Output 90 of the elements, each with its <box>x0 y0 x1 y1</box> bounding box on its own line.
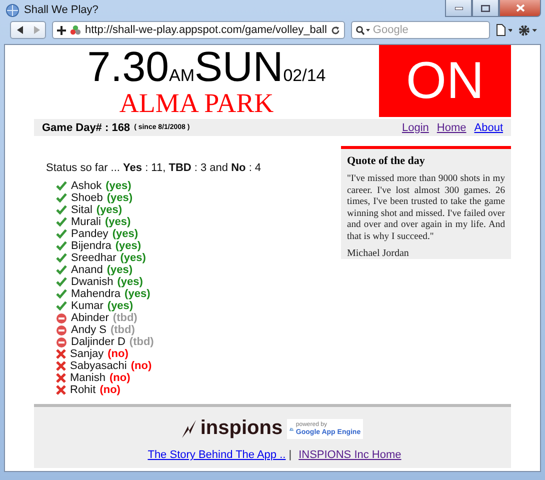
player-response: (no) <box>109 372 130 384</box>
player-response: (yes) <box>120 252 146 264</box>
close-button[interactable] <box>499 0 541 17</box>
check-icon <box>56 289 67 299</box>
player-response: (yes) <box>106 180 132 192</box>
player-name: Kumar <box>71 300 104 312</box>
player-name: Anand <box>71 264 103 276</box>
settings-icon[interactable] <box>518 24 537 36</box>
game-day: SUN <box>194 46 284 88</box>
check-icon <box>56 277 67 287</box>
player-response: (yes) <box>107 300 134 312</box>
game-day-count: Game Day# : 168 <box>42 122 130 134</box>
player-response: (yes) <box>96 204 122 216</box>
player-response: (yes) <box>117 276 143 288</box>
quote-title: Quote of the day <box>347 155 426 167</box>
player-name: Daljinder D <box>71 336 126 348</box>
player-response: (yes) <box>115 240 142 252</box>
back-icon <box>16 26 22 34</box>
player-name: Sanjay <box>70 348 104 360</box>
minus-circle-icon <box>56 336 67 348</box>
globe-icon <box>6 4 19 16</box>
player-name: Sreedhar <box>71 252 116 264</box>
player-name: Murali <box>71 216 101 228</box>
check-icon <box>56 301 67 311</box>
player-response: (tbd) <box>112 312 138 324</box>
nav-link[interactable]: About <box>474 122 503 134</box>
player-response: (tbd) <box>129 336 154 348</box>
forward-icon <box>34 26 40 34</box>
game-date: 02/14 <box>283 65 326 87</box>
check-icon <box>56 229 67 239</box>
player-name: Shoeb <box>71 192 103 204</box>
venue-name: ALMA PARK <box>119 90 274 116</box>
reload-icon[interactable] <box>330 26 340 34</box>
status-summary: Status so far ... Yes : 11, TBD : 3 and No : 4 <box>46 162 262 174</box>
player-name: Manish <box>70 372 106 384</box>
cross-icon <box>56 373 66 383</box>
player-response: (yes) <box>112 228 138 240</box>
check-icon <box>56 205 67 215</box>
game-status: ON <box>379 45 511 117</box>
player-name: Rohit <box>70 384 96 396</box>
plus-icon <box>57 26 66 34</box>
minus-circle-icon <box>56 312 67 324</box>
minimize-icon <box>454 6 462 10</box>
link-separator: | <box>288 449 292 461</box>
nav-link[interactable]: Home <box>436 122 466 134</box>
quote-text: "I've missed more than 9000 shots in my career. I've lost almost 300 games. 26 times, I've been trusted to take the game winning shot and missed. I've failed over and over and over again in my life. And that is why I succeed." <box>347 173 505 242</box>
player-name: Andy S <box>71 324 106 336</box>
nav-link[interactable]: Login <box>402 122 429 134</box>
player-name: Mahendra <box>71 288 121 300</box>
player-response: (no) <box>130 360 152 372</box>
player-response: (tbd) <box>110 324 135 336</box>
player-response: (yes) <box>106 264 132 276</box>
lightning-bolt-icon <box>182 420 196 438</box>
maximize-icon <box>481 4 490 12</box>
player-name: Sabyasachi <box>70 360 127 372</box>
page-icon[interactable] <box>496 24 512 36</box>
player-response: (no) <box>100 384 120 396</box>
player-response: (no) <box>108 348 128 360</box>
search-icon <box>356 26 370 34</box>
cross-icon <box>56 361 66 371</box>
check-icon <box>56 181 67 191</box>
site-icon <box>70 25 81 35</box>
check-icon <box>56 265 67 275</box>
check-icon <box>56 193 67 203</box>
check-icon <box>56 253 67 263</box>
maximize-button[interactable] <box>472 0 499 17</box>
quote-author: Michael Jordan <box>347 248 410 259</box>
time-period: AM <box>169 65 194 87</box>
minus-circle-icon <box>56 324 67 336</box>
window-title: Shall We Play? <box>24 4 100 16</box>
player-name: Ashok <box>71 180 102 192</box>
footer-link[interactable]: The Story Behind The App .. <box>148 449 286 461</box>
logo-text: inspions <box>200 417 283 440</box>
player-name: Pandey <box>71 228 108 240</box>
player-response: (yes) <box>106 192 132 204</box>
cross-icon <box>56 385 66 395</box>
minimize-button[interactable] <box>445 0 472 17</box>
close-icon <box>516 4 524 12</box>
player-name: Dwanish <box>71 276 114 288</box>
address-field[interactable]: http://shall-we-play.appspot.com/game/volley_ball <box>52 21 345 39</box>
check-icon <box>56 217 67 227</box>
game-time: 7.30 <box>87 46 169 88</box>
player-response: (yes) <box>124 288 150 300</box>
player-response: (yes) <box>104 216 131 228</box>
cross-icon <box>56 349 66 359</box>
player-name: Abinder <box>71 312 109 324</box>
footer-link[interactable]: INSPIONS Inc Home <box>298 449 402 461</box>
player-name: Sital <box>71 204 92 216</box>
check-icon <box>56 241 67 251</box>
player-name: Bijendra <box>71 240 112 252</box>
